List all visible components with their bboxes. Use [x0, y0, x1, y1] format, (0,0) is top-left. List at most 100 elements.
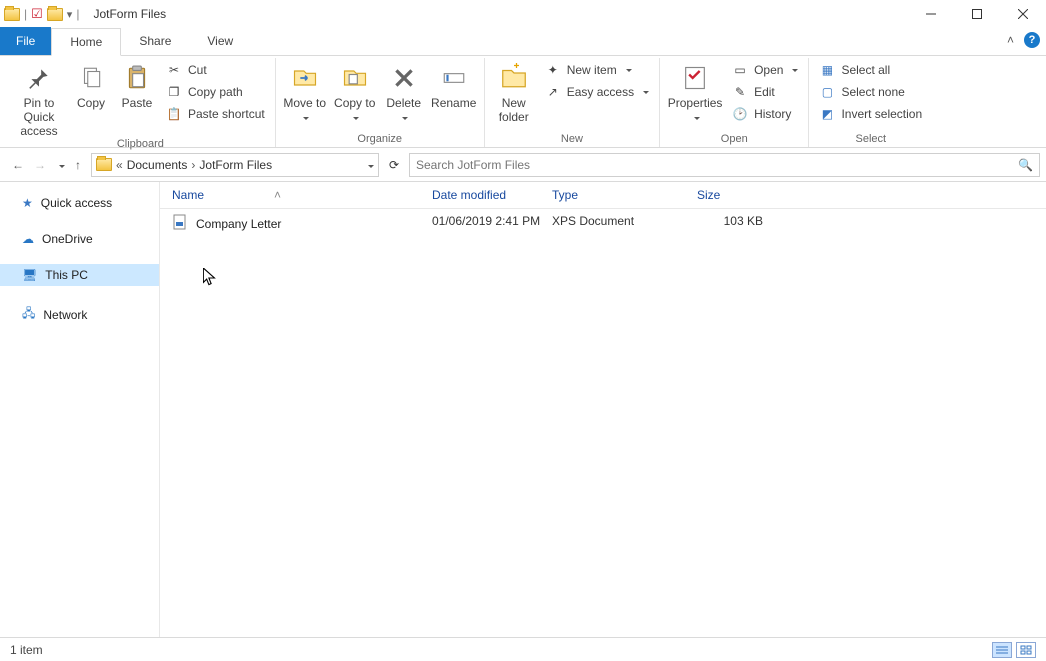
copy-to-label: Copy to: [334, 97, 375, 125]
breadcrumb-current[interactable]: JotForm Files: [199, 158, 272, 172]
file-date: 01/06/2019 2:41 PM: [432, 214, 552, 233]
file-row[interactable]: Company Letter 01/06/2019 2:41 PM XPS Do…: [160, 209, 1046, 238]
easy-access-icon: ↗: [545, 84, 561, 100]
breadcrumb-documents[interactable]: Documents: [127, 158, 188, 172]
history-button[interactable]: 🕑History: [728, 104, 802, 124]
copy-to-button[interactable]: Copy to: [332, 60, 378, 125]
group-clipboard: Pin to Quick access Copy Paste ✂Cut ❐Cop…: [6, 58, 276, 147]
collapse-ribbon-icon[interactable]: ˄: [1007, 33, 1014, 47]
invert-icon: ◩: [819, 106, 835, 122]
forward-button[interactable]: →: [34, 158, 46, 172]
address-folder-icon: [96, 158, 112, 171]
qat-dropdown[interactable]: ▾: [67, 8, 73, 21]
copy-path-icon: ❐: [166, 84, 182, 100]
new-item-button[interactable]: ✦New item: [541, 60, 653, 80]
column-headers: Name˄ Date modified Type Size: [160, 182, 1046, 209]
properties-button[interactable]: Properties: [666, 60, 724, 125]
move-to-icon: [289, 62, 321, 94]
delete-button[interactable]: Delete: [382, 60, 426, 125]
open-icon: ▭: [732, 62, 748, 78]
title-bar: | ☑ ▾ | JotForm Files: [0, 0, 1046, 28]
tab-share[interactable]: Share: [121, 27, 189, 55]
cloud-icon: ☁: [22, 232, 34, 246]
recent-locations-button[interactable]: [56, 158, 65, 172]
group-organize-label: Organize: [357, 133, 402, 147]
close-button[interactable]: [1000, 0, 1046, 28]
search-box[interactable]: 🔍: [409, 153, 1040, 177]
col-name[interactable]: Name˄: [172, 188, 432, 202]
move-to-label: Move to: [283, 97, 326, 125]
nav-onedrive[interactable]: ☁OneDrive: [0, 228, 159, 250]
new-folder-button[interactable]: New folder: [491, 60, 537, 125]
qat-folder-icon[interactable]: [47, 8, 63, 21]
nav-this-pc[interactable]: 🖥This PC: [0, 264, 159, 286]
ribbon: Pin to Quick access Copy Paste ✂Cut ❐Cop…: [0, 56, 1046, 148]
tab-home[interactable]: Home: [51, 28, 121, 56]
group-organize: Move to Copy to Delete Rename Organize: [276, 58, 485, 147]
sort-asc-icon: ˄: [274, 188, 281, 202]
pin-label: Pin to Quick access: [12, 97, 66, 138]
easy-access-button[interactable]: ↗Easy access: [541, 82, 653, 102]
cut-button[interactable]: ✂Cut: [162, 60, 269, 80]
thumbnails-view-button[interactable]: [1016, 642, 1036, 658]
tab-file[interactable]: File: [0, 27, 51, 55]
rename-icon: [438, 62, 470, 94]
copy-label: Copy: [77, 97, 105, 111]
details-view-button[interactable]: [992, 642, 1012, 658]
back-button[interactable]: ←: [12, 158, 24, 172]
select-all-button[interactable]: ▦Select all: [815, 60, 926, 80]
group-open: Properties ▭Open ✎Edit 🕑History Open: [660, 58, 809, 147]
nav-row: ← → ↑ « Documents › JotForm Files ⟳ 🔍: [0, 148, 1046, 182]
select-all-icon: ▦: [819, 62, 835, 78]
address-bar[interactable]: « Documents › JotForm Files: [91, 153, 379, 177]
address-dropdown[interactable]: [365, 158, 374, 172]
group-select: ▦Select all ▢Select none ◩Invert selecti…: [809, 58, 932, 147]
nav-network[interactable]: 🖧Network: [0, 300, 159, 329]
group-select-label: Select: [856, 133, 887, 147]
maximize-button[interactable]: [954, 0, 1000, 28]
nav-quick-access[interactable]: ★Quick access: [0, 192, 159, 214]
copy-button[interactable]: Copy: [70, 60, 112, 111]
pin-icon: [23, 62, 55, 94]
search-icon[interactable]: 🔍: [1018, 158, 1033, 172]
group-new-label: New: [561, 133, 583, 147]
edit-button[interactable]: ✎Edit: [728, 82, 802, 102]
chevron-right-icon[interactable]: ›: [191, 158, 195, 172]
up-button[interactable]: ↑: [75, 158, 81, 172]
window-title: JotForm Files: [93, 7, 166, 21]
rename-button[interactable]: Rename: [430, 60, 478, 111]
move-to-button[interactable]: Move to: [282, 60, 328, 125]
col-size[interactable]: Size: [697, 188, 777, 202]
file-type: XPS Document: [552, 214, 697, 233]
app-icon: [4, 8, 20, 21]
new-folder-label: New folder: [491, 97, 537, 125]
copy-to-icon: [339, 62, 371, 94]
navigation-pane: ★Quick access ☁OneDrive 🖥This PC 🖧Networ…: [0, 182, 160, 637]
qat-properties-icon[interactable]: ☑: [31, 6, 43, 22]
history-icon: 🕑: [732, 106, 748, 122]
help-icon[interactable]: ?: [1024, 32, 1040, 48]
rename-label: Rename: [431, 97, 476, 111]
network-icon: 🖧: [22, 304, 35, 325]
item-count: 1 item: [10, 643, 43, 657]
breadcrumb-overflow[interactable]: «: [116, 158, 123, 172]
invert-selection-button[interactable]: ◩Invert selection: [815, 104, 926, 124]
paste-button[interactable]: Paste: [116, 60, 158, 111]
delete-icon: [388, 62, 420, 94]
open-button[interactable]: ▭Open: [728, 60, 802, 80]
col-date[interactable]: Date modified: [432, 188, 552, 202]
file-list-area: Name˄ Date modified Type Size Company Le…: [160, 182, 1046, 637]
copy-path-button[interactable]: ❐Copy path: [162, 82, 269, 102]
file-size: 103 KB: [697, 214, 777, 233]
xps-file-icon: [172, 214, 188, 233]
refresh-button[interactable]: ⟳: [383, 153, 405, 177]
select-none-button[interactable]: ▢Select none: [815, 82, 926, 102]
paste-shortcut-icon: 📋: [166, 106, 182, 122]
paste-shortcut-button[interactable]: 📋Paste shortcut: [162, 104, 269, 124]
col-type[interactable]: Type: [552, 188, 697, 202]
search-input[interactable]: [416, 158, 1018, 172]
pin-quick-access-button[interactable]: Pin to Quick access: [12, 60, 66, 138]
tab-view[interactable]: View: [189, 27, 251, 55]
edit-icon: ✎: [732, 84, 748, 100]
minimize-button[interactable]: [908, 0, 954, 28]
